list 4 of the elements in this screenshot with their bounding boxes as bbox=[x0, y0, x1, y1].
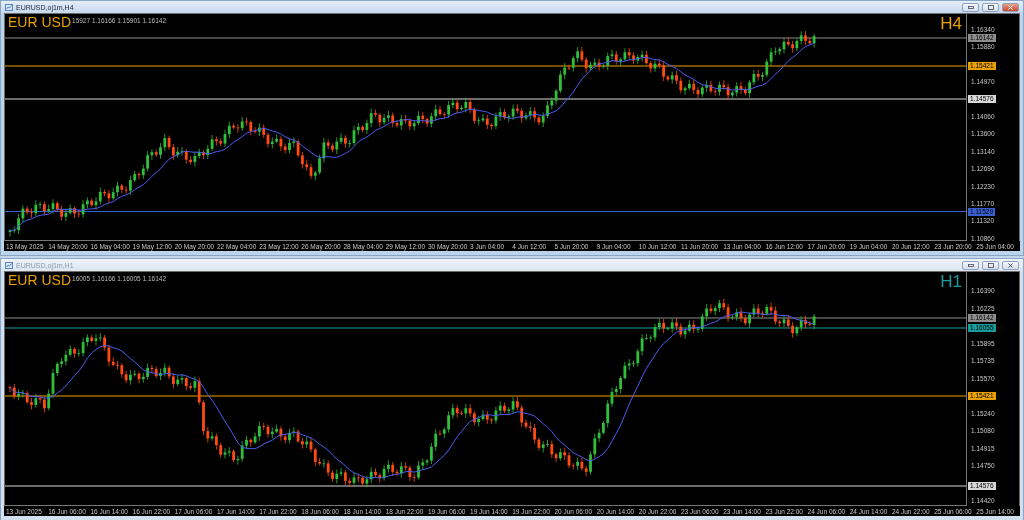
timeframe-label: H4 bbox=[940, 15, 962, 33]
symbol-label: EUR USD bbox=[8, 273, 71, 288]
timeframe-label: H1 bbox=[940, 273, 962, 291]
symbol-label: EUR USD bbox=[8, 15, 71, 30]
